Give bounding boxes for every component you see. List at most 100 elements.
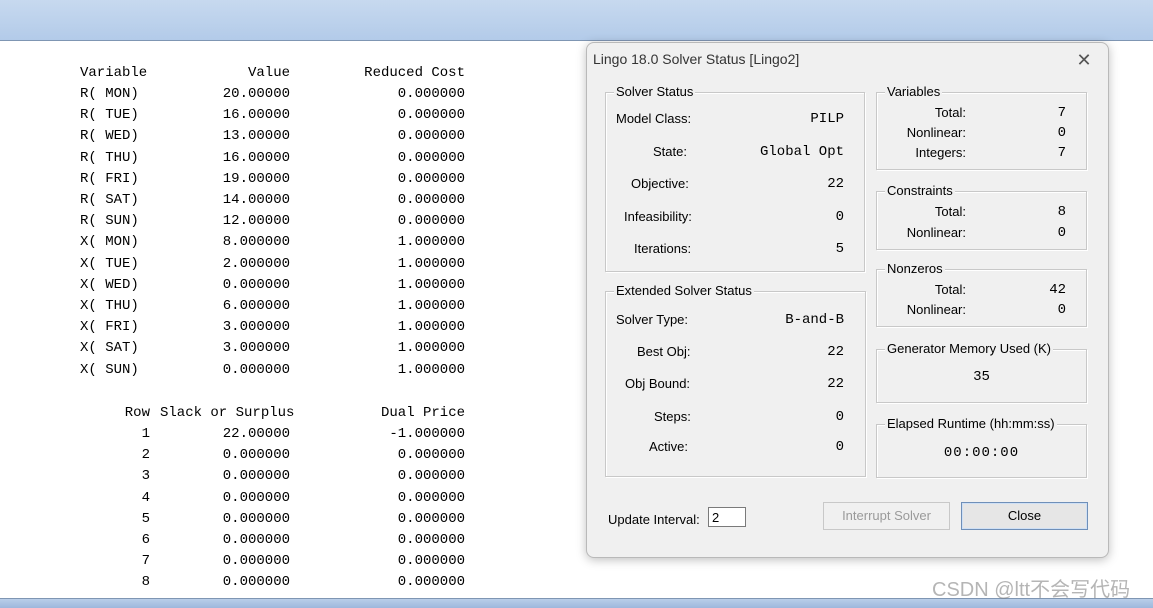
solver-type-label: Solver Type: xyxy=(616,312,689,327)
row-dual-price: 0.000000 xyxy=(397,511,465,527)
row-number: 2 xyxy=(141,447,150,463)
row-slack: 0.000000 xyxy=(222,468,290,484)
row-slack: 0.000000 xyxy=(222,511,290,527)
variable-reduced-cost: 1.000000 xyxy=(397,319,465,335)
variable-name: X( TUE) xyxy=(80,256,139,272)
nonzeros-total-value: 42 xyxy=(1049,282,1066,298)
variables-integers-label: Integers: xyxy=(915,145,966,160)
update-interval-input[interactable]: 2 xyxy=(708,507,746,527)
row-number: 8 xyxy=(141,574,150,590)
row-slack: 0.000000 xyxy=(222,553,290,569)
variable-name: R( TUE) xyxy=(80,107,139,123)
variable-value: 3.000000 xyxy=(222,319,290,335)
best-obj-label: Best Obj: xyxy=(637,344,691,359)
variable-name: R( FRI) xyxy=(80,171,139,187)
reduced-cost-column-header: Reduced Cost xyxy=(364,65,465,81)
variable-value: 19.00000 xyxy=(222,171,290,187)
variable-reduced-cost: 0.000000 xyxy=(397,150,465,166)
variable-value: 8.000000 xyxy=(222,234,290,250)
variable-reduced-cost: 1.000000 xyxy=(397,362,465,378)
variable-value: 13.00000 xyxy=(222,128,290,144)
variable-name: R( THU) xyxy=(80,150,139,166)
variable-reduced-cost: 1.000000 xyxy=(397,298,465,314)
update-interval-label: Update Interval: xyxy=(608,512,700,527)
elapsed-runtime-legend: Elapsed Runtime (hh:mm:ss) xyxy=(885,416,1057,431)
variables-nonlinear-label: Nonlinear: xyxy=(906,125,966,140)
row-dual-price: 0.000000 xyxy=(397,447,465,463)
variable-name: X( SUN) xyxy=(80,362,139,378)
row-dual-price: -1.000000 xyxy=(389,426,465,442)
variable-value: 2.000000 xyxy=(222,256,290,272)
row-slack: 0.000000 xyxy=(222,490,290,506)
obj-bound-value: 22 xyxy=(827,376,844,392)
nonzeros-nonlinear-label: Nonlinear: xyxy=(906,302,966,317)
variable-name: X( THU) xyxy=(80,298,139,314)
active-value: 0 xyxy=(835,439,844,455)
variable-value: 3.000000 xyxy=(222,340,290,356)
generator-memory-value: 35 xyxy=(973,369,990,385)
generator-memory-group: Generator Memory Used (K) 35 xyxy=(876,341,1087,403)
row-number: 1 xyxy=(141,426,150,442)
variable-reduced-cost: 1.000000 xyxy=(397,256,465,272)
constraints-nonlinear-label: Nonlinear: xyxy=(906,225,966,240)
variable-reduced-cost: 0.000000 xyxy=(397,192,465,208)
variables-nonlinear-value: 0 xyxy=(1057,125,1066,141)
variable-value: 6.000000 xyxy=(222,298,290,314)
row-dual-price: 0.000000 xyxy=(397,532,465,548)
infeasibility-label: Infeasibility: xyxy=(624,209,692,224)
steps-value: 0 xyxy=(835,409,844,425)
watermark: CSDN @ltt不会写代码 xyxy=(932,579,1131,601)
row-number: 5 xyxy=(141,511,150,527)
row-number: 3 xyxy=(141,468,150,484)
row-column-header: Row xyxy=(124,405,150,421)
row-slack: 22.00000 xyxy=(222,426,290,442)
variable-name: R( WED) xyxy=(80,128,139,144)
objective-label: Objective: xyxy=(631,176,689,191)
variable-reduced-cost: 0.000000 xyxy=(397,128,465,144)
infeasibility-value: 0 xyxy=(835,209,844,225)
state-label: State: xyxy=(653,144,687,159)
row-slack: 0.000000 xyxy=(222,447,290,463)
variables-legend: Variables xyxy=(885,84,943,99)
extended-solver-status-legend: Extended Solver Status xyxy=(614,283,754,298)
row-slack: 0.000000 xyxy=(222,532,290,548)
obj-bound-label: Obj Bound: xyxy=(625,376,691,391)
nonzeros-legend: Nonzeros xyxy=(885,261,945,276)
model-class-label: Model Class: xyxy=(616,111,692,126)
row-dual-price: 0.000000 xyxy=(397,490,465,506)
variable-name: X( WED) xyxy=(80,277,139,293)
dual-price-column-header: Dual Price xyxy=(380,405,465,421)
close-button[interactable]: Close xyxy=(961,502,1088,530)
state-value: Global Opt xyxy=(759,144,844,160)
value-column-header: Value xyxy=(247,65,290,81)
variable-reduced-cost: 1.000000 xyxy=(397,234,465,250)
variable-reduced-cost: 0.000000 xyxy=(397,86,465,102)
steps-label: Steps: xyxy=(654,409,691,424)
variable-name: R( SAT) xyxy=(80,192,139,208)
close-icon[interactable]: ✕ xyxy=(1071,49,1097,71)
row-dual-price: 0.000000 xyxy=(397,553,465,569)
solver-type-value: B-and-B xyxy=(785,312,844,328)
variable-name: R( MON) xyxy=(80,86,139,102)
solver-status-legend: Solver Status xyxy=(614,84,696,99)
row-number: 6 xyxy=(141,532,150,548)
variables-group: Variables Total: 7 Nonlinear: 0 Integers… xyxy=(876,84,1087,170)
best-obj-value: 22 xyxy=(827,344,844,360)
variable-value: 16.00000 xyxy=(222,107,290,123)
variable-value: 14.00000 xyxy=(222,192,290,208)
extended-solver-status-group: Extended Solver Status Solver Type: B-an… xyxy=(605,283,866,477)
variable-value: 20.00000 xyxy=(222,86,290,102)
window-title-bar xyxy=(0,0,1153,41)
variable-name: X( FRI) xyxy=(80,319,139,335)
nonzeros-nonlinear-value: 0 xyxy=(1057,302,1066,318)
solver-status-dialog: Lingo 18.0 Solver Status [Lingo2] ✕ Solv… xyxy=(586,42,1109,558)
active-label: Active: xyxy=(649,439,689,454)
constraints-group: Constraints Total: 8 Nonlinear: 0 xyxy=(876,183,1087,250)
variable-name: R( SUN) xyxy=(80,213,139,229)
solver-status-group: Solver Status Model Class: PILP State: G… xyxy=(605,84,865,272)
constraints-legend: Constraints xyxy=(885,183,955,198)
nonzeros-total-label: Total: xyxy=(934,282,966,297)
variable-reduced-cost: 0.000000 xyxy=(397,171,465,187)
row-slack: 0.000000 xyxy=(222,574,290,590)
interrupt-solver-button[interactable]: Interrupt Solver xyxy=(823,502,950,530)
